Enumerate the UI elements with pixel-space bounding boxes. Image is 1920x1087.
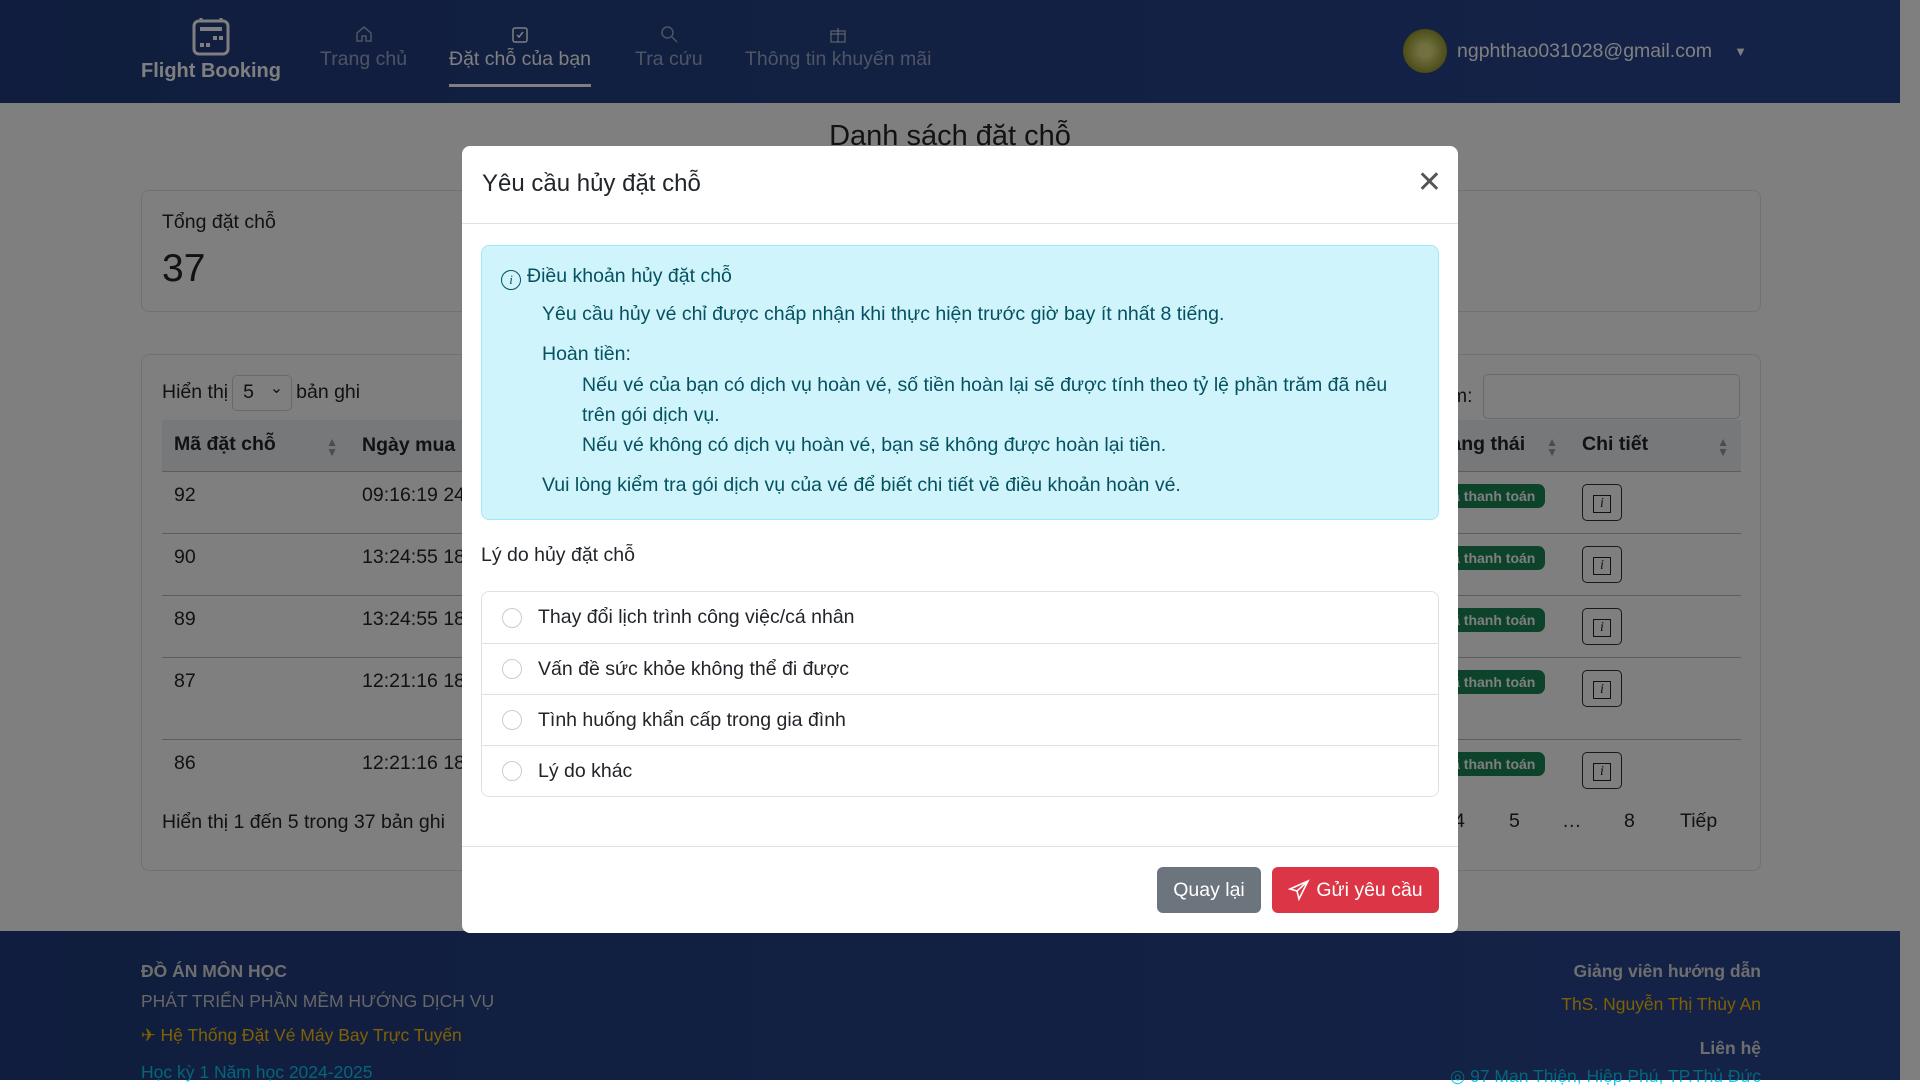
refund-with-service: Nếu vé của bạn có dịch vụ hoàn vé, số ti… xyxy=(582,374,1388,396)
reason-label: Lý do hủy đặt chỗ xyxy=(481,544,635,566)
reason-label: Tình huống khẩn cấp trong gia đình xyxy=(538,708,846,731)
refund-label: Hoàn tiền: xyxy=(542,343,631,365)
reason-label: Thay đổi lịch trình công việc/cá nhân xyxy=(538,606,855,628)
cancel-booking-modal: Yêu cầu hủy đặt chỗ ✕ i Điều khoản hủy đặt… xyxy=(462,146,1458,933)
cancellation-terms-alert: i Điều khoản hủy đặt chỗ Yêu cầu hủy vé c… xyxy=(481,245,1439,520)
radio-button[interactable] xyxy=(502,710,522,730)
reason-option[interactable]: Thay đổi lịch trình công việc/cá nhân xyxy=(482,592,1438,643)
submit-request-button[interactable]: Gửi yêu cầu xyxy=(1272,867,1439,913)
back-button[interactable]: Quay lại xyxy=(1157,867,1261,913)
alert-rule: Yêu cầu hủy vé chỉ được chấp nhận khi th… xyxy=(542,303,1225,325)
info-circle-icon: i xyxy=(501,270,521,290)
refund-without-service: Nếu vé không có dịch vụ hoàn vé, bạn sẽ … xyxy=(582,434,1167,456)
alert-title: i Điều khoản hủy đặt chỗ xyxy=(501,265,732,290)
modal-title: Yêu cầu hủy đặt chỗ xyxy=(482,170,701,197)
radio-button[interactable] xyxy=(502,761,522,781)
close-icon[interactable]: ✕ xyxy=(1417,168,1442,198)
reason-option[interactable]: Vấn đề sức khỏe không thể đi được xyxy=(482,643,1438,694)
alert-note: Vui lòng kiểm tra gói dịch vụ của vé để … xyxy=(542,474,1181,496)
modal-footer-divider xyxy=(462,846,1458,847)
reason-label: Vấn đề sức khỏe không thể đi được xyxy=(538,657,850,680)
reason-list: Thay đổi lịch trình công việc/cá nhân Vấn… xyxy=(481,591,1439,797)
reason-option[interactable]: Tình huống khẩn cấp trong gia đình xyxy=(482,694,1438,745)
radio-button[interactable] xyxy=(502,659,522,679)
reason-option[interactable]: Lý do khác xyxy=(482,745,1438,796)
radio-button[interactable] xyxy=(502,607,522,628)
refund-with-service-cont: trên gói dịch vụ. xyxy=(582,404,720,426)
send-icon xyxy=(1288,879,1311,901)
reason-label: Lý do khác xyxy=(538,759,633,782)
